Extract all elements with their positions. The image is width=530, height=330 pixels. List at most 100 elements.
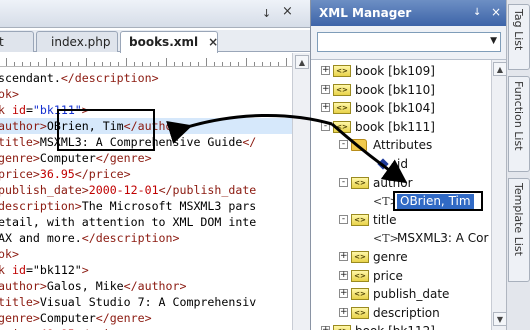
collapse-icon[interactable]: -	[339, 140, 348, 150]
expand-icon[interactable]: +	[339, 307, 348, 317]
tree-node[interactable]: id	[311, 155, 491, 173]
ruler-tick	[46, 58, 47, 66]
code-token: ok>	[0, 247, 19, 261]
tree-node[interactable]: - Attributes	[311, 136, 491, 154]
tab-books-xml[interactable]: books.xml ×	[120, 31, 218, 53]
xml-manager-toolbar: ▼	[311, 26, 507, 60]
tree-node-edit-text[interactable]: OBrien, Tim	[397, 194, 474, 210]
chevron-down-icon[interactable]: ▼	[490, 36, 497, 46]
code-line-highlighted: author>OBrien, Tim</author>	[0, 118, 292, 134]
tree-node[interactable]: + <> publish_date	[311, 285, 491, 303]
tab-function-list[interactable]: Function List	[508, 76, 530, 172]
collapse-icon[interactable]: -	[339, 177, 348, 187]
tree-node-edit-field[interactable]: OBrien, Tim	[393, 191, 483, 212]
expand-icon[interactable]: +	[321, 326, 330, 330]
expand-icon[interactable]: +	[321, 84, 330, 94]
tab-label: index.php	[51, 35, 111, 49]
tree-node[interactable]: +<> book [bk112]	[311, 322, 491, 330]
ruler-tick	[222, 62, 223, 66]
expand-icon[interactable]: +	[339, 270, 348, 280]
code-token: </genre>	[95, 151, 152, 165]
code-token: id	[11, 263, 26, 277]
collapse-icon[interactable]: -	[321, 121, 330, 131]
tab-label: t	[0, 35, 4, 49]
xml-tree[interactable]: + <> book [bk109] + <> book [bk110] + <> book [b…	[311, 60, 491, 330]
tab-close-icon[interactable]: ×	[208, 35, 218, 49]
tab-label: Template List	[512, 183, 525, 256]
tree-node-label: publish_date	[373, 287, 450, 302]
tree-node[interactable]: + <> book [bk104]	[311, 99, 491, 117]
code-token: The Microsoft MSXML3 pars	[81, 199, 257, 213]
element-node-icon: <>	[351, 306, 369, 319]
ruler-tick	[78, 62, 79, 66]
close-icon[interactable]: ×	[282, 5, 293, 18]
code-line: AX and more.</description>	[0, 230, 180, 246]
xml-manager-panel: XML Manager ↓ × ▼ + <> book [bk109] + <> book…	[310, 0, 507, 330]
expand-icon[interactable]: +	[339, 252, 348, 261]
code-token: AX and more.	[0, 231, 82, 245]
code-line: title>MSXML3: A Comprehensive Guide</	[0, 134, 256, 150]
code-line: description>The Microsoft MSXML3 pars	[0, 198, 256, 214]
tab-previous[interactable]: t	[0, 31, 34, 52]
collapse-icon[interactable]: -	[339, 214, 348, 224]
code-line: ok>	[0, 86, 19, 102]
side-tab-bar: Tag List Function List Template List	[506, 0, 530, 330]
ruler-tick	[102, 62, 103, 66]
ruler-tick	[270, 62, 271, 66]
tab-label: Tag List	[512, 9, 525, 51]
scroll-up-arrow-icon[interactable]: ▲	[295, 55, 309, 69]
tree-node[interactable]: - <> book [bk111]	[311, 118, 491, 136]
editor-vertical-scrollbar[interactable]: ▲	[292, 53, 310, 330]
code-line: k id="bk112">	[0, 262, 89, 278]
ruler-tick	[54, 62, 55, 66]
pin-icon[interactable]: ↓	[262, 8, 271, 20]
code-line: publish_date>2000-12-01</publish_date	[0, 182, 256, 198]
ruler-tick	[126, 58, 127, 66]
ruler-tick	[254, 62, 255, 66]
ruler-tick	[214, 62, 215, 66]
code-token: k	[0, 263, 5, 277]
tree-node[interactable]: <T> MSXML3: A Cor	[311, 229, 491, 247]
tree-vertical-scrollbar[interactable]: ▲ ▼	[491, 60, 507, 330]
tree-node[interactable]: + <> book [bk109]	[311, 62, 491, 80]
code-token: </publish_date	[158, 183, 257, 197]
expand-icon[interactable]: +	[339, 289, 348, 299]
scroll-down-arrow-icon[interactable]: ▼	[493, 312, 507, 326]
code-line: genre>Computer</genre>	[0, 150, 152, 166]
expand-icon[interactable]: +	[321, 66, 330, 75]
tree-node[interactable]: + <> genre	[311, 248, 491, 266]
tree-node[interactable]: + <> description	[311, 304, 491, 322]
code-token: OBrien, Tim	[46, 119, 124, 133]
tab-tag-list[interactable]: Tag List	[508, 4, 530, 70]
close-icon[interactable]: ×	[491, 5, 501, 19]
tree-node[interactable]: - <> author	[311, 174, 491, 192]
code-token: author>	[0, 279, 47, 293]
code-token: id	[11, 103, 26, 117]
ruler-tick	[118, 62, 119, 66]
tree-node-label: book [bk110]	[355, 82, 435, 97]
element-node-icon: <>	[351, 288, 369, 301]
tree-node[interactable]: + <> book [bk110]	[311, 81, 491, 99]
tree-node[interactable]: + <> price	[311, 267, 491, 285]
ruler-tick	[166, 58, 167, 66]
tree-node-label: id	[397, 157, 408, 171]
tree-node[interactable]: <T> OBrien, Tim	[311, 191, 491, 212]
code-token: genre>	[0, 311, 40, 325]
document-select[interactable]: ▼	[317, 32, 501, 52]
code-token: =	[25, 263, 33, 277]
scroll-up-arrow-icon[interactable]: ▲	[493, 62, 507, 76]
element-node-icon: <>	[333, 102, 351, 115]
code-token: author>	[0, 119, 47, 133]
code-token: k	[0, 103, 5, 117]
tree-node-label: book [bk112]	[355, 322, 435, 330]
tab-template-list[interactable]: Template List	[508, 178, 530, 282]
code-token: </	[242, 135, 257, 149]
tree-node[interactable]: - <> title	[311, 211, 491, 229]
tree-node-label: genre	[373, 250, 408, 264]
ruler-tick	[286, 58, 287, 66]
element-node-icon: <>	[351, 269, 369, 282]
tab-label: books.xml	[129, 35, 199, 49]
tab-index-php[interactable]: index.php	[36, 31, 118, 52]
pin-icon[interactable]: ↓	[473, 7, 481, 18]
expand-icon[interactable]: +	[321, 103, 330, 113]
